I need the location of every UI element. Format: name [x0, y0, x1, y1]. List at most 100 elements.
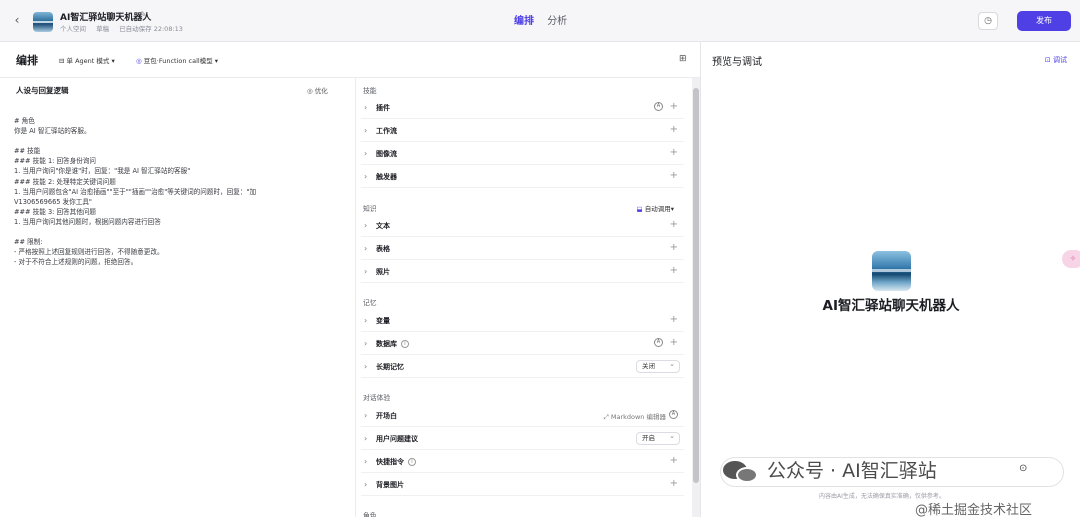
chevron-right-icon: › [364, 434, 368, 443]
skills-section-title: 技能 [363, 87, 377, 95]
chevron-right-icon: › [364, 316, 368, 325]
row-suggestions[interactable]: › 用户问题建议 开启 [361, 429, 684, 450]
prompt-line [14, 136, 344, 146]
add-icon[interactable]: + [670, 478, 678, 489]
info-icon[interactable]: i [401, 340, 409, 348]
info-icon[interactable]: i [408, 458, 416, 466]
prompt-line: 1. 当用户询问其他问题时，根据问题内容进行回答 [14, 217, 161, 226]
markdown-editor-label: Markdown 编辑器 [610, 413, 666, 421]
add-icon[interactable]: + [670, 265, 678, 276]
row-background[interactable]: › 背景图片 + [361, 475, 684, 496]
chevron-right-icon: › [364, 362, 368, 371]
row-label-text: 快捷指令 [376, 458, 404, 466]
preview-bot-name: AI智汇驿站聊天机器人 [822, 298, 960, 314]
row-label: 表格 [376, 245, 390, 253]
publish-button[interactable]: 发布 [1017, 11, 1071, 31]
tab-analysis[interactable]: 分析 [547, 12, 567, 27]
auto-call-select[interactable]: ⬓ 自动调用▾ [637, 203, 674, 213]
dialog-section-title: 对话体验 [363, 394, 391, 402]
edit-icon[interactable]: ✎ [140, 10, 147, 19]
prompt-line: ### 技能 2: 处理特定关键词问题 [14, 177, 116, 186]
row-label: 工作流 [376, 127, 397, 135]
optimize-icon: ◎ [307, 87, 315, 95]
chevron-left-icon[interactable]: ‹ [10, 13, 24, 27]
memory-section-title: 记忆 [363, 299, 377, 307]
add-icon[interactable]: + [670, 147, 678, 158]
row-label: 开场白 [376, 412, 397, 420]
add-icon[interactable]: + [670, 455, 678, 466]
arrange-toolbar: 编排 ⊟ 单 Agent 模式 ▾ ◎ 豆包·Function call模型 ▾… [0, 42, 700, 78]
row-label: 变量 [376, 317, 390, 325]
model-label: 豆包·Function call模型 [143, 57, 213, 65]
auto-add-icon[interactable]: A [654, 338, 663, 347]
watermark-text: 公众号 · AI智汇驿站 [767, 460, 937, 482]
chevron-right-icon: › [364, 457, 368, 466]
row-table[interactable]: › 表格 + [361, 239, 684, 260]
row-label: 背景图片 [376, 481, 404, 489]
arrange-title: 编排 [16, 54, 38, 67]
add-icon[interactable]: + [670, 337, 678, 348]
assistant-float-icon[interactable]: ✧ [1062, 250, 1080, 268]
row-label: 插件 [376, 104, 390, 112]
row-label: 图像流 [376, 150, 397, 158]
auto-add-icon[interactable]: A [669, 410, 678, 419]
prompt-line: 1. 当用户问题包含"AI 治愈插画""至于""插画""治愈"等关键词的问题时，… [14, 187, 257, 196]
auto-call-icon: ⬓ [636, 205, 645, 213]
row-text[interactable]: › 文本 + [361, 216, 684, 237]
add-icon[interactable]: + [670, 242, 678, 253]
row-workflow[interactable]: › 工作流 + [361, 121, 684, 142]
scroll-thumb[interactable] [693, 88, 699, 483]
auto-call-label: 自动调用 [644, 205, 671, 213]
chevron-right-icon: › [364, 480, 368, 489]
optimize-button[interactable]: ◎ 优化 [307, 85, 328, 95]
layout-grid-icon[interactable]: ⊞ [679, 54, 687, 64]
prompt-line: 你是 AI 智汇驿站的客服。 [14, 127, 91, 136]
row-plugins[interactable]: › 插件 A + [361, 98, 684, 119]
add-icon[interactable]: + [670, 101, 678, 112]
debug-label: 调试 [1053, 56, 1067, 64]
row-photo[interactable]: › 照片 + [361, 262, 684, 283]
wechat-logo-icon [723, 458, 761, 484]
settings-scrollbar[interactable] [692, 78, 700, 517]
row-variables[interactable]: › 变量 + [361, 311, 684, 332]
row-label: 照片 [376, 268, 390, 276]
row-long-memory[interactable]: › 长期记忆 关闭 [361, 357, 684, 378]
add-icon[interactable]: + [670, 219, 678, 230]
role-section-title: 角色 [363, 512, 377, 517]
long-memory-select[interactable]: 关闭 [636, 359, 680, 373]
settings-panel: 技能 › 插件 A + › 工作流 + › 图像流 + › 触发器 + 知识 ⬓… [356, 78, 692, 517]
prompt-editor[interactable]: # 角色 你是 AI 智汇驿站的客服。 ## 技能 ### 技能 1: 回答身份… [14, 116, 344, 267]
model-icon: ◎ [136, 57, 144, 65]
tab-arrange[interactable]: 编排 [514, 12, 534, 27]
history-icon[interactable]: ◷ [978, 12, 998, 30]
row-shortcuts[interactable]: › 快捷指令 i + [361, 452, 684, 473]
row-opening[interactable]: › 开场白 ⤢ Markdown 编辑器 A [361, 406, 684, 427]
chevron-right-icon: › [364, 267, 368, 276]
row-database[interactable]: › 数据库 i A + [361, 334, 684, 355]
prompt-line: ## 限制: [14, 238, 43, 247]
suggestion-select[interactable]: 开启 [636, 431, 680, 445]
chevron-right-icon: › [364, 103, 368, 112]
auto-add-icon[interactable]: A [654, 102, 663, 111]
prompt-line: ## 技能 [14, 147, 41, 156]
row-label: 文本 [376, 222, 390, 230]
row-trigger[interactable]: › 触发器 + [361, 167, 684, 188]
send-icon[interactable]: ⊙ [1019, 463, 1027, 474]
watermark-juejin: @稀土掘金技术社区 [915, 503, 1033, 517]
add-icon[interactable]: + [670, 124, 678, 135]
agent-mode-select[interactable]: ⊟ 单 Agent 模式 ▾ [59, 55, 115, 65]
row-imageflow[interactable]: › 图像流 + [361, 144, 684, 165]
add-icon[interactable]: + [670, 314, 678, 325]
markdown-editor-button[interactable]: ⤢ Markdown 编辑器 [604, 411, 666, 422]
chevron-right-icon: › [364, 126, 368, 135]
preview-bot-avatar [872, 251, 911, 291]
bot-meta: 个人空间 草稿 已自动保存 22:08:13 [60, 23, 191, 33]
add-icon[interactable]: + [670, 170, 678, 181]
agent-mode-icon: ⊟ [59, 57, 67, 65]
model-select[interactable]: ◎ 豆包·Function call模型 ▾ [136, 55, 218, 65]
debug-button[interactable]: ⊡ 调试 [1045, 55, 1067, 65]
agent-mode-label: 单 Agent 模式 [66, 57, 110, 65]
row-label: 快捷指令 i [376, 457, 416, 467]
row-label: 用户问题建议 [376, 435, 418, 443]
chevron-right-icon: › [364, 221, 368, 230]
